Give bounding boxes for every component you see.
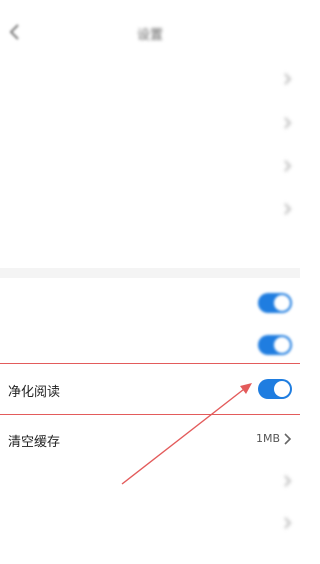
annotation-arrow [121,383,252,485]
